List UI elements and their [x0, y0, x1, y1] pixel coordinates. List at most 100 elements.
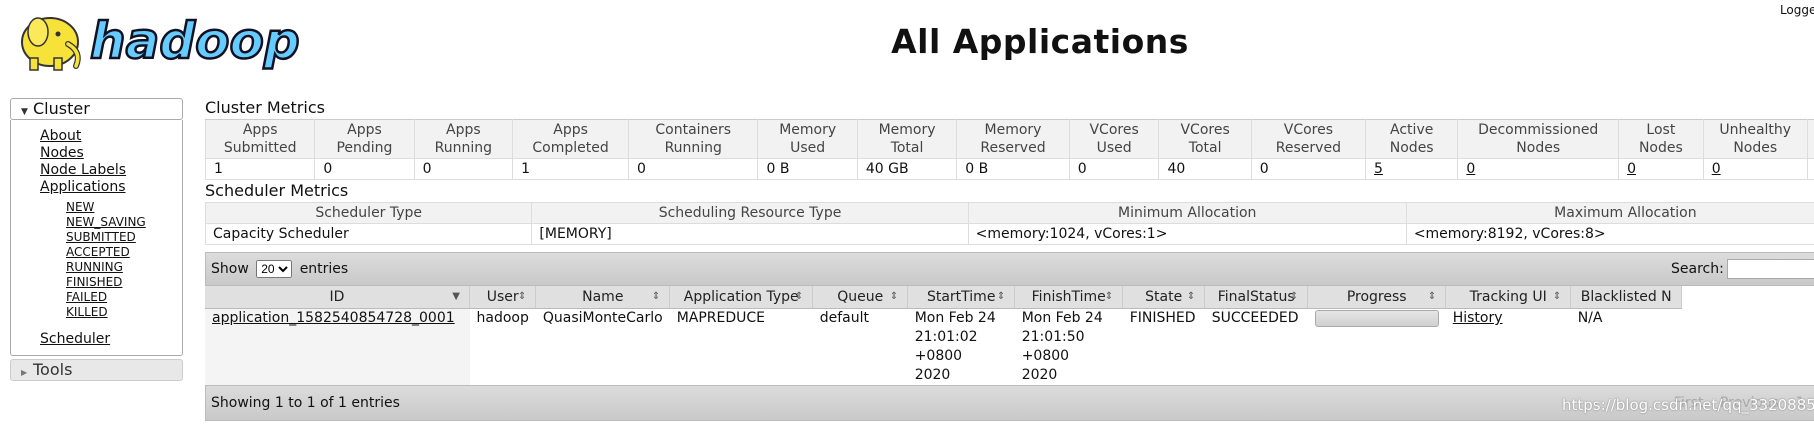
- history-link[interactable]: History: [1453, 310, 1503, 326]
- sort-icon: ⇕: [517, 291, 527, 302]
- metric-value: 0: [1618, 158, 1704, 180]
- name-cell: QuasiMonteCarlo: [542, 310, 663, 326]
- nav-applications[interactable]: Applications: [40, 179, 182, 196]
- metric-value: 0: [314, 158, 415, 180]
- start-time-cell: Mon Feb 24 21:01:02 +0800 2020: [914, 310, 996, 383]
- watermark: https://blog.csdn.net/qq_33208851: [1562, 396, 1814, 414]
- nav-state-new[interactable]: NEW: [66, 200, 182, 215]
- sort-icon: ⇕: [794, 291, 804, 302]
- entries-select[interactable]: 20: [256, 260, 293, 278]
- column-header[interactable]: User ⇕: [469, 286, 537, 309]
- metric-header: Apps Running: [413, 119, 514, 159]
- scheduler-cell: Capacity Scheduler: [204, 223, 533, 245]
- column-header[interactable]: FinishTime ⇕: [1014, 286, 1124, 309]
- finish-time-cell: Mon Feb 24 21:01:50 +0800 2020: [1021, 310, 1103, 383]
- triangle-down-icon: ▼: [21, 107, 28, 117]
- metric-header: Containers Running: [628, 119, 759, 159]
- table-row: application_1582540854728_0001 hadoop Qu…: [205, 308, 1682, 386]
- logged-in-label: Logged: [1779, 3, 1814, 17]
- cluster-section-header[interactable]: ▼ Cluster: [10, 98, 183, 120]
- tools-section-header[interactable]: ▶ Tools: [10, 359, 183, 381]
- search-input[interactable]: [1726, 258, 1814, 279]
- show-label: Show: [211, 261, 249, 277]
- metric-value: 0: [1702, 158, 1808, 180]
- nav-state-running[interactable]: RUNNING: [66, 260, 182, 275]
- sort-icon: ⇕: [651, 291, 661, 302]
- nav-state-submitted[interactable]: SUBMITTED: [66, 230, 182, 245]
- metric-value: 0: [1250, 158, 1367, 180]
- column-header[interactable]: ID ▼: [205, 286, 470, 309]
- progress-bar: [1314, 310, 1439, 327]
- user-cell: hadoop: [476, 310, 529, 326]
- sort-icon: ⇕: [1427, 291, 1437, 302]
- nav-about[interactable]: About: [40, 128, 182, 145]
- metric-link[interactable]: 0: [1466, 161, 1475, 177]
- metric-header: Memory Reserved: [956, 119, 1070, 159]
- column-header[interactable]: State ⇕: [1122, 286, 1206, 309]
- metric-header: Lost Nodes: [1618, 119, 1704, 159]
- column-header[interactable]: Application Type ⇕: [669, 286, 814, 309]
- column-header[interactable]: Name ⇕: [535, 286, 671, 309]
- metric-value: 0: [413, 158, 514, 180]
- metric-link[interactable]: 5: [1374, 161, 1383, 177]
- scheduler-header: Scheduler Type: [204, 202, 533, 224]
- nav-state-failed[interactable]: FAILED: [66, 290, 182, 305]
- metric-link[interactable]: 0: [1712, 161, 1721, 177]
- progress-cell: [1308, 309, 1446, 386]
- sort-desc-icon: ▼: [452, 291, 460, 302]
- triangle-right-icon: ▶: [21, 368, 28, 377]
- final-status-cell: SUCCEEDED: [1211, 310, 1299, 326]
- nav-state-killed[interactable]: KILLED: [66, 305, 182, 320]
- metric-value: 0: [1457, 158, 1620, 180]
- queue-cell: default: [819, 310, 869, 326]
- scheduler-header: Scheduling Resource Type: [531, 202, 969, 224]
- type-cell: MAPREDUCE: [676, 310, 766, 326]
- nav-state-finished[interactable]: FINISHED: [66, 275, 182, 290]
- table-toolbar: Show 20 entries Search:: [205, 252, 1814, 286]
- metric-header: Apps Completed: [512, 119, 630, 159]
- entries-label: entries: [299, 261, 349, 277]
- nav-nodes[interactable]: Nodes: [40, 145, 182, 162]
- metric-header: Decommissioned Nodes: [1457, 119, 1620, 159]
- sort-icon: ⇕: [1186, 291, 1196, 302]
- nav-scheduler[interactable]: Scheduler: [40, 331, 182, 348]
- metric-value: 0: [1806, 158, 1814, 180]
- metric-header: VCores Reserved: [1250, 119, 1367, 159]
- nav-state-accepted[interactable]: ACCEPTED: [66, 245, 182, 260]
- metric-header: R: [1806, 119, 1814, 159]
- metric-value: 0: [628, 158, 759, 180]
- scheduler-metrics-title: Scheduler Metrics: [205, 181, 349, 200]
- metric-header: VCores Total: [1158, 119, 1252, 159]
- metric-value: 1: [204, 158, 316, 180]
- metric-link[interactable]: 0: [1627, 161, 1636, 177]
- state-cell: FINISHED: [1129, 310, 1196, 326]
- column-header[interactable]: Blacklisted N: [1570, 286, 1683, 309]
- metric-header: Unhealthy Nodes: [1702, 119, 1808, 159]
- entries-info: Showing 1 to 1 of 1 entries: [211, 395, 400, 411]
- scheduler-metrics-table: Scheduler Type Scheduling Resource Type …: [204, 202, 1814, 245]
- metric-header: Active Nodes: [1365, 119, 1459, 159]
- sort-icon: ⇕: [996, 291, 1006, 302]
- column-header[interactable]: Queue ⇕: [812, 286, 909, 309]
- metric-value: 0 B: [757, 158, 858, 180]
- column-header[interactable]: Tracking UI ⇕: [1445, 286, 1572, 309]
- app-id-link[interactable]: application_1582540854728_0001: [212, 310, 455, 326]
- metric-header: VCores Used: [1068, 119, 1160, 159]
- column-header[interactable]: FinalStatus ⇕: [1204, 286, 1309, 309]
- scheduler-cell: [MEMORY]: [531, 223, 969, 245]
- scheduler-cell: <memory:1024, vCores:1>: [967, 223, 1407, 245]
- metric-header: Memory Used: [757, 119, 858, 159]
- metric-value: 0 B: [956, 158, 1070, 180]
- column-header[interactable]: StartTime ⇕: [907, 286, 1016, 309]
- metric-value: 40: [1158, 158, 1252, 180]
- sort-icon: ⇕: [889, 291, 899, 302]
- nav-node-labels[interactable]: Node Labels: [40, 162, 182, 179]
- metric-header: Apps Submitted: [204, 119, 316, 159]
- nav-state-new-saving[interactable]: NEW_SAVING: [66, 215, 182, 230]
- app-state-list: NEW NEW_SAVING SUBMITTED ACCEPTED RUNNIN…: [11, 200, 182, 320]
- sort-icon: ⇕: [1552, 291, 1562, 302]
- metric-value: 1: [512, 158, 630, 180]
- main-content: Cluster Metrics Apps Submitted Apps Pending…: [204, 97, 1814, 421]
- scheduler-header: Minimum Allocation: [967, 202, 1407, 224]
- column-header[interactable]: Progress ⇕: [1307, 286, 1447, 309]
